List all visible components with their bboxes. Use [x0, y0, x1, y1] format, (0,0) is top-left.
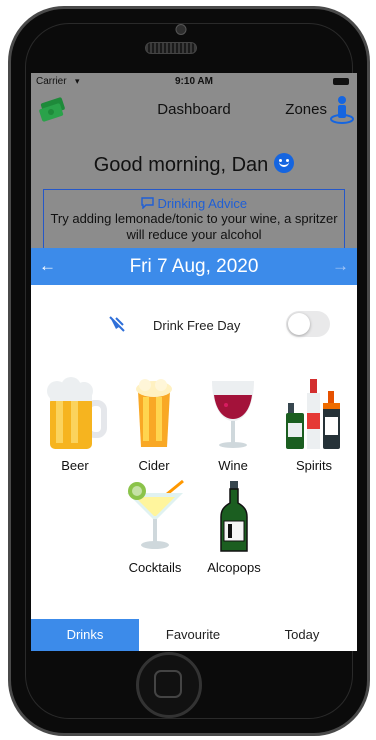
- home-button[interactable]: [136, 652, 202, 718]
- date-bar: ← Fri 7 Aug, 2020 →: [31, 248, 357, 285]
- drink-label: Wine: [218, 458, 248, 473]
- battery-icon: [333, 78, 349, 85]
- next-day-button[interactable]: →: [332, 256, 349, 276]
- drink-picker-sheet: Drink Free Day Beer Cider Wine Spirits C…: [31, 285, 357, 651]
- tab-drinks[interactable]: Drinks: [31, 619, 139, 651]
- drink-cocktails[interactable]: Cocktails: [119, 479, 191, 575]
- alcopop-icon: [219, 481, 249, 557]
- cocktail-icon: [123, 479, 187, 557]
- nav-bar: Dashboard Zones: [31, 91, 357, 129]
- greeting-label: Good morning, Dan: [93, 154, 269, 176]
- chat-icon: [141, 196, 158, 211]
- beer-icon: [42, 377, 108, 455]
- tab-today[interactable]: Today: [247, 619, 357, 651]
- tab-favourite[interactable]: Favourite: [139, 619, 247, 651]
- drink-cider[interactable]: Cider: [118, 377, 190, 473]
- drink-free-day-label: Drink Free Day: [153, 318, 241, 333]
- drink-label: Spirits: [295, 458, 333, 473]
- person-pin-icon[interactable]: [329, 95, 355, 130]
- advice-text: Try adding lemonade/tonic to your wine, …: [50, 211, 338, 242]
- advice-heading-label: Drinking Advice: [157, 196, 248, 211]
- zones-button[interactable]: Zones: [285, 101, 327, 118]
- greeting-text: Good morning, Dan: [31, 153, 357, 177]
- smiley-icon: [274, 153, 295, 173]
- spirits-icon: [284, 379, 344, 455]
- drink-alcopops[interactable]: Alcopops: [197, 479, 271, 575]
- drink-label: Cider: [138, 458, 170, 473]
- clock: 9:10 AM: [175, 76, 213, 87]
- bottom-tab-bar: Drinks Favourite Today: [31, 619, 357, 651]
- no-drink-icon: [107, 314, 127, 339]
- app-screen: Carrier ▾ 9:10 AM Dashboard Zones Good m…: [31, 73, 357, 651]
- drink-label: Alcopops: [207, 560, 261, 575]
- earpiece-speaker: [145, 42, 197, 54]
- cider-icon: [129, 379, 179, 455]
- front-camera: [175, 24, 187, 35]
- drink-label: Cocktails: [128, 560, 182, 575]
- drink-wine[interactable]: Wine: [196, 377, 270, 473]
- drink-spirits[interactable]: Spirits: [277, 377, 351, 473]
- dimmed-dashboard: Carrier ▾ 9:10 AM Dashboard Zones Good m…: [31, 73, 357, 269]
- drink-beer[interactable]: Beer: [37, 377, 113, 473]
- date-label: Fri 7 Aug, 2020: [129, 256, 259, 277]
- toggle-knob: [288, 313, 310, 335]
- wine-icon: [208, 381, 258, 455]
- advice-heading: Drinking Advice: [44, 196, 344, 211]
- drink-free-day-toggle[interactable]: [286, 311, 330, 337]
- drink-label: Beer: [61, 458, 89, 473]
- status-bar: Carrier ▾ 9:10 AM: [31, 73, 357, 91]
